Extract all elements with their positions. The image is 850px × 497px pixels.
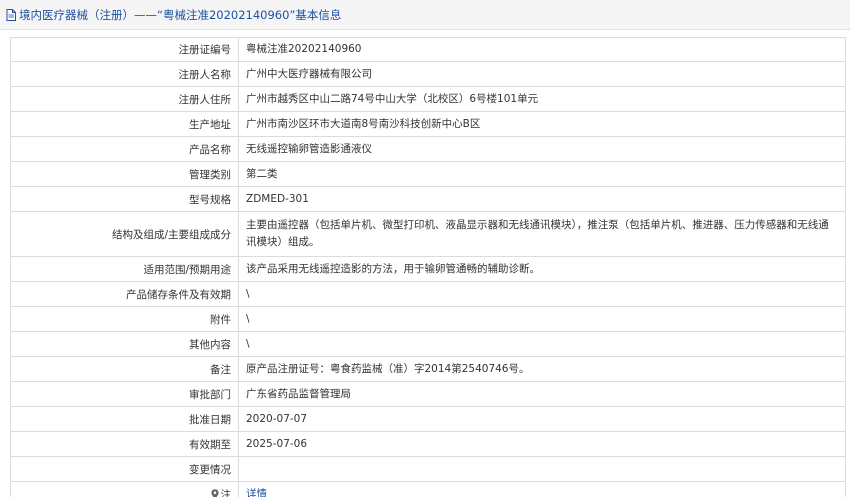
- table-row: 产品名称 无线遥控输卵管造影通液仪: [10, 136, 846, 162]
- table-row: 审批部门 广东省药品监督管理局: [10, 381, 846, 407]
- note-label-cell: 注: [10, 481, 239, 497]
- document-icon: [6, 8, 16, 21]
- row-value: ZDMED-301: [238, 186, 846, 212]
- row-value: [238, 456, 846, 482]
- table-row: 结构及组成/主要组成成分 主要由遥控器（包括单片机、微型打印机、液晶显示器和无线…: [10, 211, 846, 257]
- row-value: 粤械注准20202140960: [238, 37, 846, 62]
- row-value: 无线遥控输卵管造影通液仪: [238, 136, 846, 162]
- row-value: \: [238, 306, 846, 332]
- row-value: 2020-07-07: [238, 406, 846, 432]
- table-row: 生产地址 广州市南沙区环市大道南8号南沙科技创新中心B区: [10, 111, 846, 137]
- table-row: 型号规格 ZDMED-301: [10, 186, 846, 212]
- row-label: 附件: [10, 306, 239, 332]
- table-row: 适用范围/预期用途 该产品采用无线遥控造影的方法，用于输卵管通畅的辅助诊断。: [10, 256, 846, 282]
- registration-info-table: 注册证编号 粤械注准20202140960 注册人名称 广州中大医疗器械有限公司…: [10, 37, 846, 497]
- table-row: 其他内容 \: [10, 331, 846, 357]
- row-value: \: [238, 331, 846, 357]
- row-value: 第二类: [238, 161, 846, 187]
- table-row: 管理类别 第二类: [10, 161, 846, 187]
- table-row: 批准日期 2020-07-07: [10, 406, 846, 432]
- row-value: 广东省药品监督管理局: [238, 381, 846, 407]
- row-value: 主要由遥控器（包括单片机、微型打印机、液晶显示器和无线通讯模块），推注泵（包括单…: [238, 211, 846, 257]
- row-value: 2025-07-06: [238, 431, 846, 457]
- table-row: 备注 原产品注册证号：粤食药监械（准）字2014第2540746号。: [10, 356, 846, 382]
- row-label: 有效期至: [10, 431, 239, 457]
- table-row: 注册证编号 粤械注准20202140960: [10, 37, 846, 62]
- note-row: 注 详情: [10, 481, 846, 497]
- table-row: 变更情况: [10, 456, 846, 482]
- row-value: 广州市南沙区环市大道南8号南沙科技创新中心B区: [238, 111, 846, 137]
- row-label: 变更情况: [10, 456, 239, 482]
- table-row: 产品储存条件及有效期 \: [10, 281, 846, 307]
- row-label: 结构及组成/主要组成成分: [10, 211, 239, 257]
- row-label: 适用范围/预期用途: [10, 256, 239, 282]
- note-label: 注: [220, 488, 232, 497]
- page-title: 境内医疗器械（注册）——“粤械注准20202140960”基本信息: [19, 7, 342, 22]
- details-link[interactable]: 详情: [246, 488, 267, 497]
- row-value: 该产品采用无线遥控造影的方法，用于输卵管通畅的辅助诊断。: [238, 256, 846, 282]
- row-value: \: [238, 281, 846, 307]
- row-label: 注册人名称: [10, 61, 239, 87]
- row-label: 批准日期: [10, 406, 239, 432]
- row-value: 广州中大医疗器械有限公司: [238, 61, 846, 87]
- row-label: 审批部门: [10, 381, 239, 407]
- table-row: 注册人名称 广州中大医疗器械有限公司: [10, 61, 846, 87]
- row-value: 广州市越秀区中山二路74号中山大学（北校区）6号楼101单元: [238, 86, 846, 112]
- row-label: 管理类别: [10, 161, 239, 187]
- table-row: 附件 \: [10, 306, 846, 332]
- row-label: 注册证编号: [10, 37, 239, 62]
- page-header: 境内医疗器械（注册）——“粤械注准20202140960”基本信息: [0, 0, 850, 30]
- row-label: 生产地址: [10, 111, 239, 137]
- row-label: 其他内容: [10, 331, 239, 357]
- row-label: 型号规格: [10, 186, 239, 212]
- row-label: 注册人住所: [10, 86, 239, 112]
- row-label: 备注: [10, 356, 239, 382]
- row-label: 产品储存条件及有效期: [10, 281, 239, 307]
- row-value: 原产品注册证号：粤食药监械（准）字2014第2540746号。: [238, 356, 846, 382]
- map-pin-icon: [210, 488, 219, 497]
- table-row: 注册人住所 广州市越秀区中山二路74号中山大学（北校区）6号楼101单元: [10, 86, 846, 112]
- note-value-cell: 详情: [238, 481, 846, 497]
- row-label: 产品名称: [10, 136, 239, 162]
- table-row: 有效期至 2025-07-06: [10, 431, 846, 457]
